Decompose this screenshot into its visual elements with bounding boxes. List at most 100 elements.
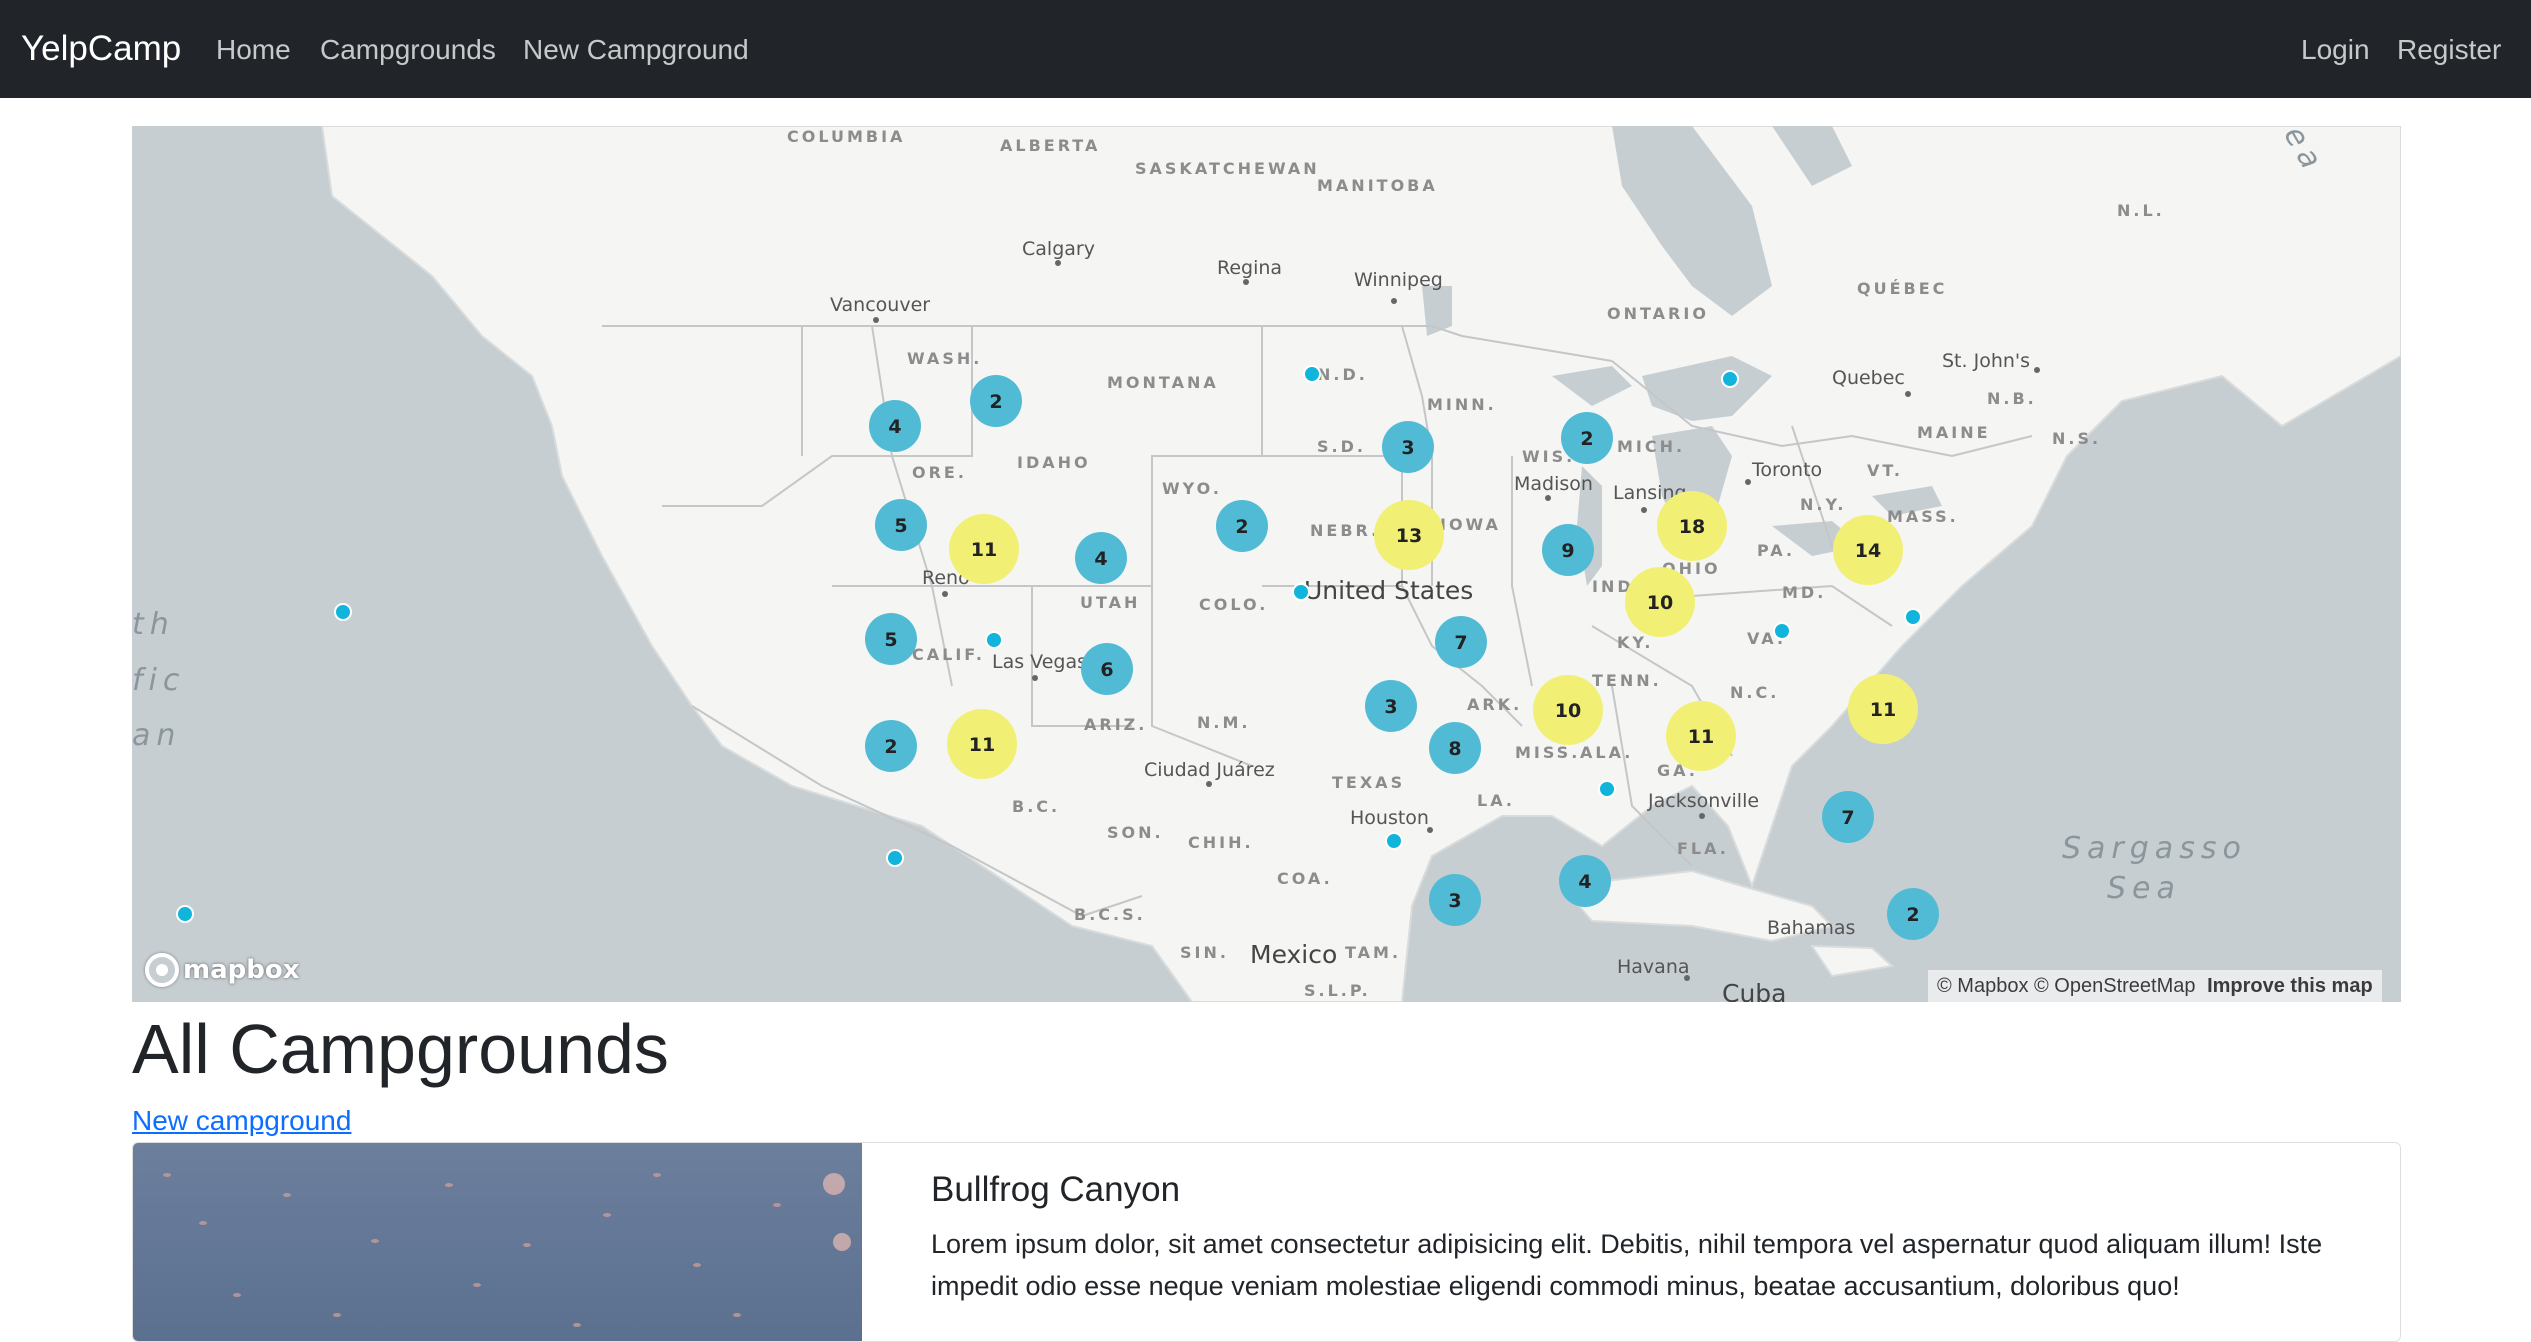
label-iowa: IOWA: [1440, 515, 1501, 534]
cluster-marker[interactable]: 11: [1666, 701, 1736, 771]
mapbox-logo-icon: [145, 953, 179, 987]
cluster-count: 7: [1841, 807, 1854, 829]
nav-login-link[interactable]: Login: [2301, 30, 2370, 70]
cluster-marker[interactable]: 10: [1533, 675, 1603, 745]
label-tam: TAM.: [1345, 943, 1401, 962]
cluster-count: 10: [1555, 700, 1581, 722]
label-texas: TEXAS: [1332, 773, 1405, 792]
label-ariz: ARIZ.: [1084, 715, 1147, 734]
label-ns: N.S.: [2052, 429, 2101, 448]
campground-title: Bullfrog Canyon: [931, 1170, 1181, 1209]
cluster-marker[interactable]: 13: [1374, 500, 1444, 570]
campground-point[interactable]: [1303, 365, 1321, 383]
campground-point[interactable]: [1292, 583, 1310, 601]
cluster-count: 2: [1580, 428, 1593, 450]
improve-map-link[interactable]: Improve this map: [2207, 975, 2373, 997]
label-bc: B.C.: [1012, 797, 1060, 816]
cluster-marker[interactable]: 4: [1075, 532, 1127, 584]
map-land: [320, 126, 2401, 1002]
cluster-count: 8: [1448, 738, 1461, 760]
cluster-marker[interactable]: 7: [1435, 616, 1487, 668]
label-cuba: Cuba: [1722, 979, 1787, 1002]
campground-point[interactable]: [334, 603, 352, 621]
nav-campgrounds-link[interactable]: Campgrounds: [320, 30, 496, 70]
cluster-map[interactable]: COLUMBIA ALBERTA SASKATCHEWAN MANITOBA O…: [132, 126, 2401, 1002]
cluster-count: 13: [1396, 525, 1422, 547]
campground-point[interactable]: [1385, 832, 1403, 850]
cluster-count: 11: [969, 734, 995, 756]
cluster-marker[interactable]: 3: [1429, 874, 1481, 926]
label-st-johns: St. John's: [1942, 350, 2030, 372]
cluster-count: 4: [888, 416, 901, 438]
campground-point[interactable]: [886, 849, 904, 867]
cluster-count: 11: [1688, 726, 1714, 748]
cluster-marker[interactable]: 4: [1559, 855, 1611, 907]
cluster-marker[interactable]: 11: [1848, 674, 1918, 744]
campground-point[interactable]: [1598, 780, 1616, 798]
label-nd: N.D.: [1317, 365, 1368, 384]
label-quebec-prov: QUÉBEC: [1857, 279, 1947, 298]
label-coa: COA.: [1277, 869, 1333, 888]
label-pa: PA.: [1757, 541, 1795, 560]
cluster-marker[interactable]: 4: [869, 400, 921, 452]
cluster-marker[interactable]: 11: [947, 709, 1017, 779]
cluster-marker[interactable]: 2: [1216, 500, 1268, 552]
mapbox-logo-text: mapbox: [183, 955, 300, 985]
label-madison: Madison: [1514, 473, 1593, 495]
cluster-count: 3: [1448, 890, 1461, 912]
cluster-count: 3: [1384, 696, 1397, 718]
campground-image: [133, 1143, 862, 1341]
label-nb: N.B.: [1987, 389, 2037, 408]
cluster-count: 2: [884, 736, 897, 758]
label-pacific-1: th: [132, 607, 175, 642]
label-nm: N.M.: [1197, 713, 1250, 732]
label-havana: Havana: [1617, 956, 1690, 978]
cluster-marker[interactable]: 18: [1657, 491, 1727, 561]
campground-point[interactable]: [176, 905, 194, 923]
brand-link[interactable]: YelpCamp: [21, 26, 181, 72]
label-la: LA.: [1477, 791, 1515, 810]
cluster-count: 4: [1094, 548, 1107, 570]
label-nl: N.L.: [2117, 201, 2165, 220]
cluster-marker[interactable]: 8: [1429, 722, 1481, 774]
cluster-marker[interactable]: 14: [1833, 515, 1903, 585]
cluster-marker[interactable]: 5: [875, 499, 927, 551]
mapbox-attribution-link[interactable]: © Mapbox: [1937, 975, 2028, 997]
label-colo: COLO.: [1199, 595, 1268, 614]
label-mich: MICH.: [1617, 437, 1685, 456]
label-montana: MONTANA: [1107, 373, 1219, 392]
nav-home-link[interactable]: Home: [216, 30, 291, 70]
label-utah: UTAH: [1080, 593, 1140, 612]
label-pacific-3: an: [132, 718, 181, 753]
mapbox-logo[interactable]: mapbox: [145, 950, 300, 990]
campground-point[interactable]: [1721, 370, 1739, 388]
nav-new-campground-link[interactable]: New Campground: [523, 30, 749, 70]
map-canvas[interactable]: COLUMBIA ALBERTA SASKATCHEWAN MANITOBA O…: [132, 126, 2401, 1002]
cluster-count: 11: [971, 539, 997, 561]
cluster-marker[interactable]: 3: [1365, 680, 1417, 732]
cluster-marker[interactable]: 10: [1625, 567, 1695, 637]
cluster-marker[interactable]: 2: [970, 375, 1022, 427]
cluster-marker[interactable]: 3: [1382, 421, 1434, 473]
nav-register-link[interactable]: Register: [2397, 30, 2501, 70]
cluster-marker[interactable]: 2: [1561, 412, 1613, 464]
osm-attribution-link[interactable]: © OpenStreetMap: [2034, 975, 2195, 997]
cluster-marker[interactable]: 6: [1081, 643, 1133, 695]
label-jacksonville: Jacksonville: [1647, 790, 1759, 812]
campground-point[interactable]: [985, 631, 1003, 649]
campground-point[interactable]: [1904, 608, 1922, 626]
cluster-marker[interactable]: 2: [1887, 888, 1939, 940]
label-pacific-2: fic: [132, 663, 185, 698]
page-title: All Campgrounds: [132, 1010, 669, 1088]
cluster-marker[interactable]: 11: [949, 514, 1019, 584]
label-houston: Houston: [1350, 807, 1429, 829]
cluster-marker[interactable]: 9: [1542, 524, 1594, 576]
cluster-marker[interactable]: 5: [865, 613, 917, 665]
cluster-marker[interactable]: 2: [865, 720, 917, 772]
label-wash: WASH.: [907, 349, 982, 368]
campground-point[interactable]: [1773, 622, 1791, 640]
label-regina: Regina: [1217, 257, 1282, 279]
cluster-count: 11: [1870, 699, 1896, 721]
new-campground-link[interactable]: New campground: [132, 1102, 351, 1140]
cluster-marker[interactable]: 7: [1822, 791, 1874, 843]
